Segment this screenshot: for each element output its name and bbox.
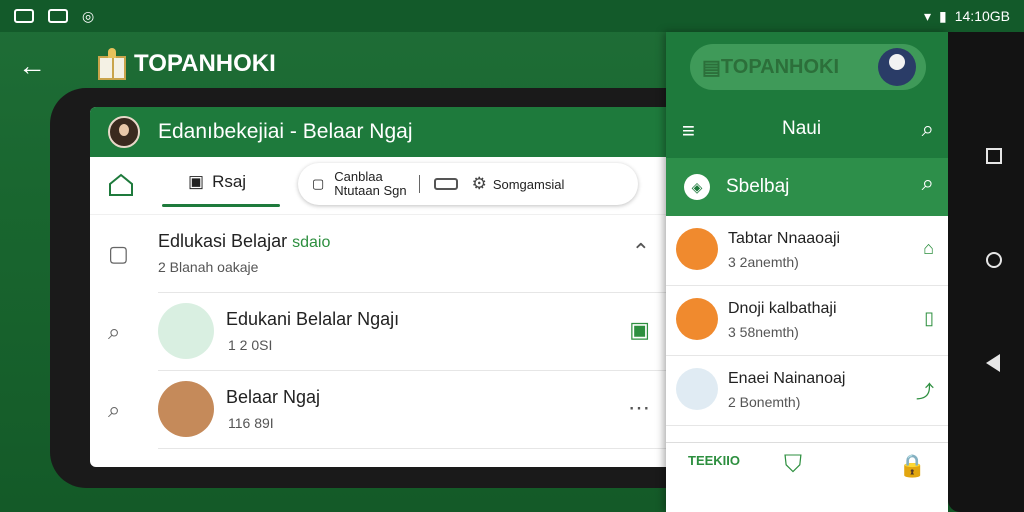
system-navigation	[948, 32, 1024, 512]
lock-icon[interactable]: 🔒	[899, 453, 926, 479]
back-icon[interactable]	[986, 354, 1000, 372]
divider	[418, 175, 420, 193]
list-item[interactable]: ▢ Edlukasi Belajar sdaio 2 Blanah oakaje…	[108, 215, 666, 293]
top-bar: ← TOPANHOKI	[0, 38, 660, 94]
panel-nav-title: Naui	[782, 118, 822, 139]
tab-rsaj[interactable]: ▣ Rsaj	[162, 157, 280, 207]
phone-screen: Edanıbekejiai - Belaar Ngaj ▣ Rsaj ▢ Can…	[90, 107, 666, 467]
panel-brand: TOPANHOKI	[720, 55, 840, 78]
tablet-icon[interactable]: ▯	[924, 308, 934, 329]
thumbnail	[158, 381, 214, 437]
panel-item-subtitle: 3 58nemth)	[728, 324, 799, 340]
home-icon[interactable]: ⌂	[923, 238, 934, 259]
chevron-up-icon[interactable]: ⌃	[632, 239, 650, 265]
panel-brand-pill[interactable]: ▤ TOPANHOKI	[690, 44, 926, 90]
list-title: Edukani Belalar Ngajı	[226, 309, 400, 329]
list-item[interactable]: ⌕ Edukani Belalar Ngajı 1 2 0SI ▣	[108, 293, 666, 371]
recents-icon[interactable]	[986, 148, 1002, 164]
list-subtitle: 116 89I	[228, 415, 274, 431]
settings-icon: ◎	[82, 7, 95, 24]
thumbnail	[158, 303, 214, 359]
search-icon: ⌕	[108, 397, 121, 422]
note-icon: ▢	[108, 241, 129, 266]
panel-item-subtitle: 3 2anemth)	[728, 254, 799, 270]
panel-bottom-bar: TEEKIIO ⛉ 🔒	[666, 442, 948, 494]
list-tag: sdaio	[292, 234, 331, 251]
panel-list-item[interactable]: Enaei Nainanoaj 2 Bonemth) ⤴	[666, 356, 948, 426]
screen-title: Edanıbekejiai - Belaar Ngaj	[158, 120, 413, 143]
panel-item-title: Tabtar Nnaaoaji	[728, 230, 841, 247]
badge-icon: ◈	[684, 174, 710, 200]
pill-subtitle: Ntutaan Sgn	[334, 183, 407, 198]
card-icon	[433, 178, 458, 190]
battery-icon: ▮	[939, 7, 947, 24]
panel-subbar-label: Sbelbaj	[726, 176, 790, 197]
search-pill[interactable]: ▢ Canblaa Ntutaan Sgn ⚙ Somgamsial	[298, 163, 638, 205]
more-icon[interactable]: ⋯	[628, 395, 650, 421]
list-item[interactable]: ⌕ Belaar Ngaj 116 89I ⋯	[108, 371, 666, 449]
bag-icon[interactable]: ⛉	[784, 451, 802, 479]
list-subtitle: 2 Blanah oakaje	[158, 259, 259, 275]
pill-title: Canblaa	[334, 169, 383, 184]
panel-list-item[interactable]: Dnoji kalbathaji 3 58nemth) ▯	[666, 286, 948, 356]
panel-item-subtitle: 2 Bonemth)	[728, 394, 801, 410]
box-icon: ▣	[188, 172, 205, 191]
tabs-row: ▣ Rsaj ▢ Canblaa Ntutaan Sgn ⚙ Somgamsia…	[90, 157, 666, 215]
tab-rsaj-label: Rsaj	[212, 172, 247, 191]
avatar[interactable]	[878, 48, 916, 86]
gear-icon: ⚙	[471, 174, 487, 193]
wifi-icon: ▾	[923, 7, 932, 24]
notification-icon	[14, 9, 34, 23]
search-icon[interactable]: ⌕	[922, 116, 934, 142]
logo-icon	[98, 48, 128, 80]
thumbnail	[676, 368, 718, 410]
search-icon[interactable]: ⌕	[922, 170, 934, 196]
avatar[interactable]	[108, 116, 140, 148]
right-panel: ▤ TOPANHOKI ≡ Naui ⌕ ◈ Sbelbaj ⌕ Tabtar …	[666, 32, 948, 512]
list-subtitle: 1 2 0SI	[228, 337, 273, 353]
panel-nav: ≡ Naui ⌕	[666, 104, 948, 158]
search-icon: ⌕	[108, 319, 121, 344]
brand: TOPANHOKI	[98, 48, 276, 80]
list-title: Belaar Ngaj	[226, 387, 321, 407]
screen-header: Edanıbekejiai - Belaar Ngaj	[90, 107, 666, 157]
doc-icon: ▢	[312, 176, 325, 191]
bottom-logo: TEEKIIO	[688, 453, 741, 468]
home-button-icon[interactable]	[986, 252, 1002, 268]
panel-subbar: ◈ Sbelbaj ⌕	[666, 158, 948, 216]
status-bar: ◎ ▾ ▮ 14:10GB	[0, 0, 1024, 32]
list-title: Edlukasi Belajar	[158, 231, 288, 251]
home-icon[interactable]	[108, 173, 134, 197]
panel-item-title: Enaei Nainanoaj	[728, 370, 846, 387]
thumbnail	[676, 298, 718, 340]
panel-list-item[interactable]: Tabtar Nnaaoaji 3 2anemth) ⌂	[666, 216, 948, 286]
pill-texts: Canblaa Ntutaan Sgn	[334, 170, 406, 198]
panel-top: ▤ TOPANHOKI	[666, 32, 948, 104]
logo-icon: ▤	[702, 56, 721, 79]
back-arrow-icon[interactable]: ←	[18, 50, 46, 82]
panel-item-title: Dnoji kalbathaji	[728, 300, 837, 317]
export-icon[interactable]: ⤴	[916, 378, 934, 404]
brand-title: TOPANHOKI	[134, 50, 276, 77]
pill-right-label: Somgamsial	[492, 176, 565, 192]
document-icon[interactable]: ▣	[629, 317, 650, 343]
menu-icon[interactable]: ≡	[682, 118, 695, 144]
message-icon	[48, 9, 68, 23]
status-time: 14:10GB	[954, 8, 1010, 24]
thumbnail	[676, 228, 718, 270]
